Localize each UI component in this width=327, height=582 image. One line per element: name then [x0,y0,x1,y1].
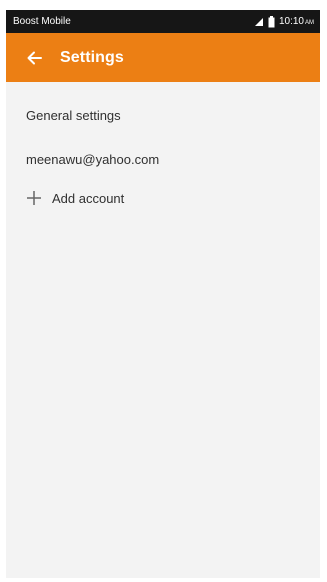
settings-list: General settings meenawu@yahoo.com Add a… [6,82,320,210]
screen: Boost Mobile 10:10 AM Settings General s… [0,0,327,582]
add-account-item[interactable]: Add account [6,186,320,210]
clock-time: 10:10 [278,16,304,27]
page-title: Settings [60,48,124,66]
clock-ampm: AM [305,20,314,26]
add-account-label: Add account [52,190,125,206]
signal-icon [254,17,263,26]
carrier-name: Boost Mobile [13,16,71,27]
battery-icon [268,15,275,27]
back-button[interactable] [22,46,46,70]
status-right: 10:10 AM [254,15,314,28]
general-settings-item[interactable]: General settings [6,108,320,132]
plus-icon [27,191,41,205]
account-item[interactable]: meenawu@yahoo.com [6,148,320,170]
status-bar: Boost Mobile 10:10 AM [6,10,320,33]
clock: 10:10 AM [279,16,314,27]
app-bar: Settings [6,33,320,82]
arrow-left-icon [27,51,42,64]
settings-screen: Boost Mobile 10:10 AM Settings General s… [6,10,320,578]
